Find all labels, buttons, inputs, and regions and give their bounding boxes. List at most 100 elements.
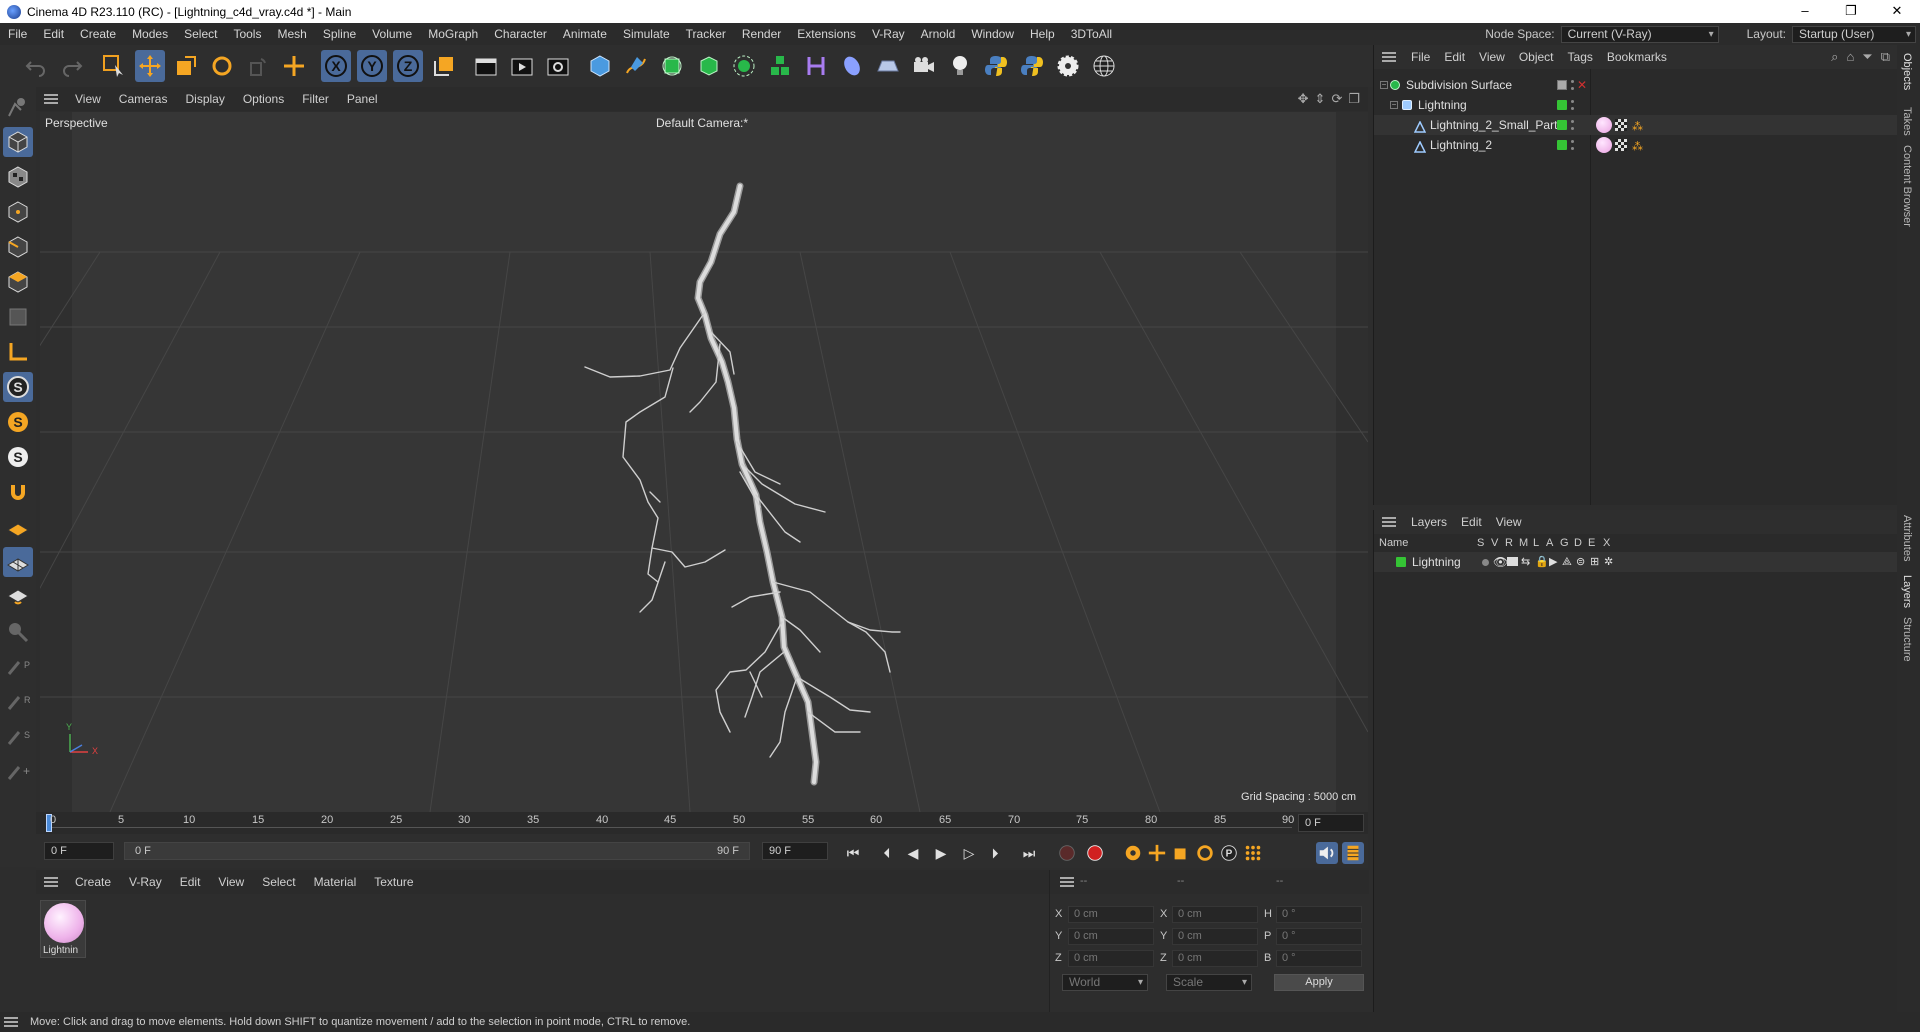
z-axis-lock-button[interactable]: Z	[393, 50, 423, 82]
position-z-field[interactable]: 0 cm	[1068, 950, 1154, 967]
layer-menu-edit[interactable]: Edit	[1454, 515, 1489, 529]
collapse-toggle-icon[interactable]: −	[1390, 101, 1398, 109]
record-disabled-button[interactable]	[1056, 842, 1078, 864]
deformer-button[interactable]	[801, 50, 831, 82]
layer-menu-layers[interactable]: Layers	[1404, 515, 1454, 529]
brush-r-button[interactable]: R	[3, 687, 33, 717]
menu-mesh[interactable]: Mesh	[269, 27, 314, 41]
x-axis-lock-button[interactable]: X	[321, 50, 351, 82]
previous-key-button[interactable]: ⏴	[876, 842, 898, 864]
key-rotation-button[interactable]	[1194, 842, 1216, 864]
menu-vray[interactable]: V-Ray	[864, 27, 913, 41]
menu-select[interactable]: Select	[176, 27, 225, 41]
menu-character[interactable]: Character	[486, 27, 555, 41]
visibility-render-dot[interactable]	[1571, 127, 1574, 130]
layer-generator-icon[interactable]: ⟁	[1562, 552, 1572, 572]
layer-visibility-eye-icon[interactable]: 👁	[1493, 552, 1508, 572]
object-row-lightning-2-small-parts[interactable]: Lightning_2_Small_Parts ⁂	[1374, 115, 1898, 135]
rotation-b-field[interactable]: 0 °	[1276, 950, 1362, 967]
viewport-camera-name[interactable]: Default Camera:*	[656, 116, 748, 130]
rotation-h-field[interactable]: 0 °	[1276, 906, 1362, 923]
menu-mograph[interactable]: MoGraph	[420, 27, 486, 41]
disabled-x-icon[interactable]: ✕	[1577, 75, 1587, 95]
viewport-menu-filter[interactable]: Filter	[293, 92, 338, 106]
redo-button[interactable]	[57, 50, 87, 82]
visibility-editor-dot[interactable]	[1571, 140, 1574, 143]
keyframe-selection-button[interactable]	[1122, 842, 1144, 864]
python-script-2-button[interactable]	[1017, 50, 1047, 82]
uvw-tag-icon[interactable]	[1615, 119, 1627, 131]
phong-tag-icon[interactable]: ⁂	[1632, 137, 1643, 157]
size-x-field[interactable]: 0 cm	[1172, 906, 1258, 923]
filter-icon[interactable]: ⏷	[1862, 49, 1872, 65]
viewport-menu-panel[interactable]: Panel	[338, 92, 387, 106]
apply-button[interactable]: Apply	[1274, 974, 1364, 991]
polygon-mode-button[interactable]	[3, 267, 33, 297]
cloner-button[interactable]	[729, 50, 759, 82]
menu-modes[interactable]: Modes	[124, 27, 176, 41]
rotate-view-icon[interactable]: ⟳	[1331, 91, 1342, 107]
home-icon[interactable]: ⌂	[1846, 49, 1854, 65]
menu-create[interactable]: Create	[72, 27, 124, 41]
menu-window[interactable]: Window	[963, 27, 1022, 41]
y-axis-lock-button[interactable]: Y	[357, 50, 387, 82]
layer-row-lightning[interactable]: Lightning 👁 ⇆ 🔒 ▶ ⟁ ⊜ ⊞ ✲	[1374, 552, 1898, 572]
layer-menu-icon[interactable]	[1382, 517, 1396, 527]
make-editable-button[interactable]	[3, 92, 33, 122]
layer-menu-view[interactable]: View	[1489, 515, 1529, 529]
layer-animation-icon[interactable]: ▶	[1549, 552, 1557, 572]
pan-view-icon[interactable]: ✥	[1298, 91, 1309, 107]
rotate-tool-button[interactable]	[207, 50, 237, 82]
brush-tool-button[interactable]	[3, 617, 33, 647]
menu-arnold[interactable]: Arnold	[913, 27, 964, 41]
recent-tool-button[interactable]	[243, 50, 273, 82]
close-button[interactable]: ✕	[1874, 0, 1920, 23]
layout-dropdown[interactable]: Startup (User)	[1792, 25, 1916, 43]
position-y-field[interactable]: 0 cm	[1068, 928, 1154, 945]
side-tab-content-browser[interactable]: Content Browser	[1901, 145, 1913, 227]
move-tool-button[interactable]	[135, 50, 165, 82]
live-selection-button[interactable]	[99, 50, 129, 82]
layer-expression-icon[interactable]: ⊞	[1590, 552, 1599, 572]
coordinate-space-dropdown[interactable]: World	[1062, 974, 1148, 991]
status-menu-icon[interactable]	[4, 1017, 18, 1027]
brush-p-button[interactable]: P	[3, 652, 33, 682]
material-tag-icon[interactable]	[1596, 137, 1612, 153]
maximize-button[interactable]: ❐	[1828, 0, 1874, 23]
object-row-subdivision-surface[interactable]: − Subdivision Surface ✕	[1374, 75, 1898, 95]
search-icon[interactable]: ⌕	[1831, 49, 1838, 65]
layer-manager-icon[interactable]: ⇆	[1521, 552, 1530, 572]
python-script-button[interactable]	[981, 50, 1011, 82]
visibility-render-dot[interactable]	[1571, 87, 1574, 90]
material-menu-create[interactable]: Create	[66, 875, 120, 889]
go-to-end-button[interactable]: ⏭	[1018, 842, 1040, 864]
visibility-editor-dot[interactable]	[1571, 80, 1574, 83]
material-swatch[interactable]: Lightnin	[40, 900, 86, 958]
object-row-lightning[interactable]: − Lightning	[1374, 95, 1898, 115]
layer-color-swatch[interactable]	[1557, 140, 1567, 150]
visibility-editor-dot[interactable]	[1571, 120, 1574, 123]
menu-render[interactable]: Render	[734, 27, 789, 41]
side-tab-takes[interactable]: Takes	[1901, 107, 1913, 136]
render-view-button[interactable]	[471, 50, 501, 82]
planar-workplane-button[interactable]	[3, 547, 33, 577]
previous-frame-button[interactable]: ◀	[902, 842, 924, 864]
object-menu-tags[interactable]: Tags	[1561, 50, 1600, 64]
snap-settings-button[interactable]: S	[3, 407, 33, 437]
field-button[interactable]	[837, 50, 867, 82]
layer-color-swatch[interactable]	[1557, 100, 1567, 110]
viewport-menu-options[interactable]: Options	[234, 92, 293, 106]
layer-xref-icon[interactable]: ✲	[1604, 552, 1613, 572]
maximize-view-icon[interactable]: ❐	[1348, 91, 1360, 107]
dolly-view-icon[interactable]: ⇕	[1315, 91, 1326, 107]
cube-primitive-button[interactable]	[585, 50, 615, 82]
next-frame-button[interactable]: ▷	[958, 842, 980, 864]
material-tag-icon[interactable]	[1596, 117, 1612, 133]
tweak-mode-button[interactable]	[3, 477, 33, 507]
material-menu-icon[interactable]	[44, 877, 58, 887]
go-to-start-button[interactable]: ⏮	[842, 842, 864, 864]
menu-spline[interactable]: Spline	[315, 27, 364, 41]
object-menu-edit[interactable]: Edit	[1437, 50, 1472, 64]
viewport-menu-icon[interactable]	[44, 94, 58, 104]
layer-render-clapper-icon[interactable]	[1507, 557, 1518, 566]
